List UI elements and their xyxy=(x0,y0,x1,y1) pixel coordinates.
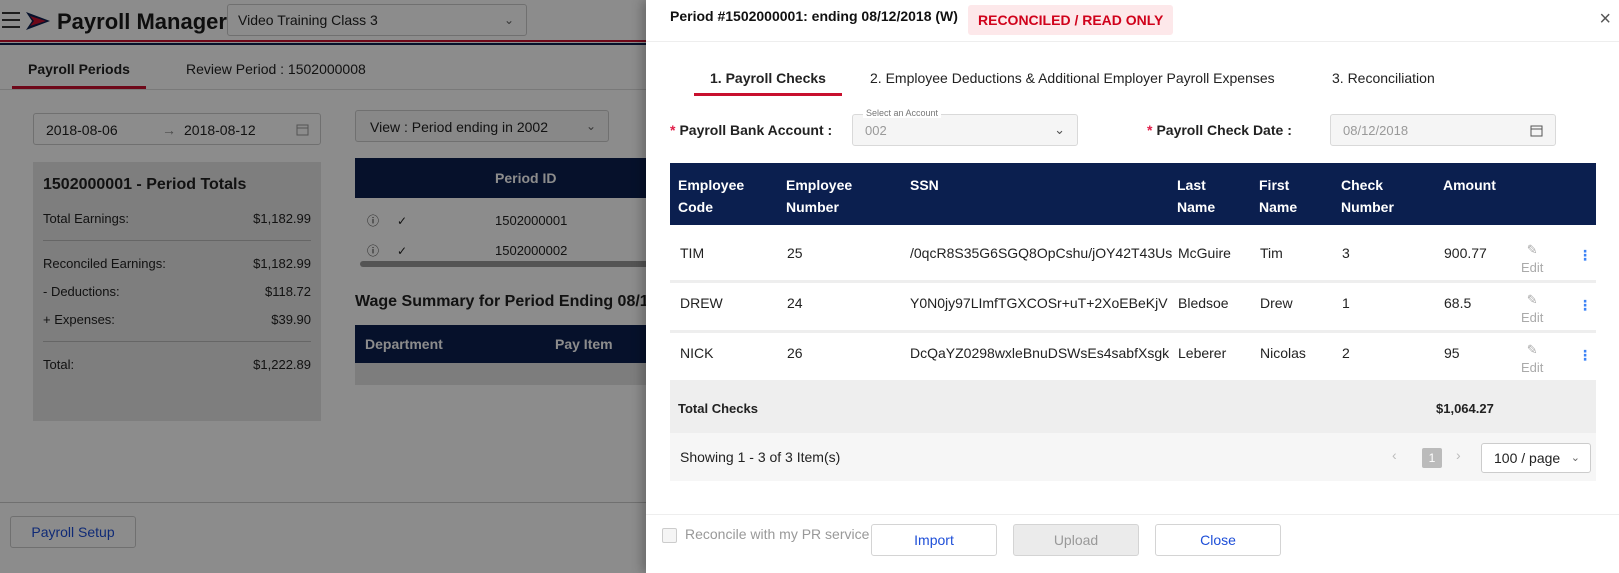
amount-header[interactable]: Amount xyxy=(1443,174,1496,196)
bank-account-legend: Select an Account xyxy=(863,108,942,118)
chevron-down-icon: ⌄ xyxy=(1570,452,1580,464)
next-page-icon[interactable]: › xyxy=(1456,447,1461,463)
total-checks-label: Total Checks xyxy=(678,401,758,416)
check-date-label: * Payroll Check Date : xyxy=(1147,122,1292,138)
table-row[interactable]: TIM 25 /0qcR8S35G6SGQ8OpCshu/jOY42T43Us … xyxy=(670,233,1596,283)
pencil-icon: ✎ xyxy=(1526,292,1538,307)
check-number-header[interactable]: Check Number xyxy=(1341,174,1394,218)
check-date-picker[interactable]: 08/12/2018 xyxy=(1330,114,1556,146)
reconcile-checkbox[interactable]: Reconcile with my PR service xyxy=(662,526,869,543)
calendar-icon xyxy=(1530,125,1543,137)
table-row[interactable]: DREW 24 Y0N0jy97LImfTGXCOSr+uT+2XoEBeKjV… xyxy=(670,283,1596,333)
drawer-tabs: 1. Payroll Checks 2. Employee Deductions… xyxy=(670,60,1590,100)
import-button[interactable]: Import xyxy=(871,524,997,556)
tab-payroll-checks[interactable]: 1. Payroll Checks xyxy=(694,70,842,96)
pagination: Showing 1 - 3 of 3 Item(s) ‹ 1 › 100 / p… xyxy=(670,433,1596,481)
bank-account-select[interactable]: Select an Account 002 ⌄ xyxy=(852,108,1078,146)
chevron-down-icon: ⌄ xyxy=(1054,122,1065,137)
more-vertical-icon[interactable]: ⋮ xyxy=(1578,347,1592,364)
upload-button[interactable]: Upload xyxy=(1013,524,1139,556)
table-row[interactable]: NICK 26 DcQaYZ0298wxleBnuDSWsEs4sabfXsgk… xyxy=(670,333,1596,383)
period-drawer: Period #1502000001: ending 08/12/2018 (W… xyxy=(646,0,1619,573)
close-icon[interactable]: × xyxy=(1599,8,1611,31)
checkbox-icon[interactable] xyxy=(662,527,677,543)
edit-button[interactable]: ✎ Edit xyxy=(1521,341,1543,377)
edit-button[interactable]: ✎ Edit xyxy=(1521,241,1543,277)
page-1-button[interactable]: 1 xyxy=(1422,448,1442,468)
ssn-header[interactable]: SSN xyxy=(910,174,939,196)
tab-employee-deductions[interactable]: 2. Employee Deductions & Additional Empl… xyxy=(870,70,1275,86)
items-count: Showing 1 - 3 of 3 Item(s) xyxy=(680,449,841,465)
first-name-header[interactable]: First Name xyxy=(1259,174,1297,218)
last-name-header[interactable]: Last Name xyxy=(1177,174,1215,218)
pencil-icon: ✎ xyxy=(1526,342,1538,357)
employee-code-header[interactable]: Employee Code xyxy=(678,174,744,218)
drawer-header: Period #1502000001: ending 08/12/2018 (W… xyxy=(646,0,1619,42)
status-badge: RECONCILED / READ ONLY xyxy=(968,5,1174,35)
total-checks-row: Total Checks $1,064.27 xyxy=(670,383,1596,433)
modal-mask[interactable] xyxy=(0,0,648,573)
checks-table-header: Employee Code Employee Number SSN Last Name… xyxy=(670,163,1596,225)
check-date-value: 08/12/2018 xyxy=(1343,123,1409,138)
edit-button[interactable]: ✎ Edit xyxy=(1521,291,1543,327)
employee-number-header[interactable]: Employee Number xyxy=(786,174,852,218)
check-settings-row: * Payroll Bank Account : Select an Accoun… xyxy=(670,108,1590,146)
close-button[interactable]: Close xyxy=(1155,524,1281,556)
prev-page-icon[interactable]: ‹ xyxy=(1392,447,1397,463)
bank-account-value: 002 xyxy=(865,123,887,138)
more-vertical-icon[interactable]: ⋮ xyxy=(1578,297,1592,314)
page-size-select[interactable]: 100 / page ⌄ xyxy=(1481,443,1591,473)
tab-reconciliation[interactable]: 3. Reconciliation xyxy=(1332,70,1435,86)
payroll-checks-table: Employee Code Employee Number SSN Last Name… xyxy=(670,163,1596,481)
pencil-icon: ✎ xyxy=(1526,242,1538,257)
bank-account-label: * Payroll Bank Account : xyxy=(670,122,833,138)
total-checks-value: $1,064.27 xyxy=(1436,401,1494,416)
drawer-title: Period #1502000001: ending 08/12/2018 (W… xyxy=(670,8,958,24)
more-vertical-icon[interactable]: ⋮ xyxy=(1578,247,1592,264)
